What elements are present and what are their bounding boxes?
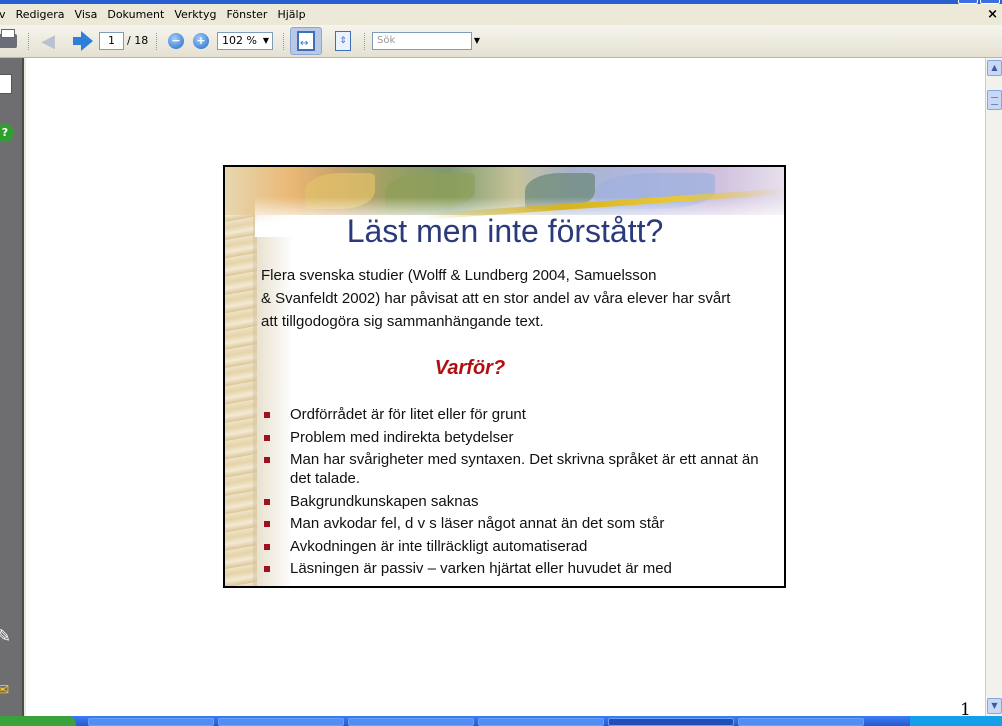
toolbar-separator (283, 33, 286, 50)
bullet-item: Problem med indirekta betydelser (261, 428, 771, 447)
chevron-down-icon[interactable]: ▼ (472, 32, 482, 50)
taskbar-button[interactable] (348, 718, 474, 726)
menu-help[interactable]: Hjälp (272, 4, 310, 25)
taskbar-button[interactable] (478, 718, 604, 726)
menu-file[interactable]: iv (0, 4, 11, 25)
bullet-item: Bakgrundkunskapen saknas (261, 492, 771, 511)
bullet-square-icon (264, 521, 270, 527)
menu-bar: iv Redigera Visa Dokument Verktyg Fönste… (0, 4, 1002, 25)
scroll-thumb[interactable] (987, 90, 1002, 110)
toolbar-separator (156, 33, 159, 50)
zoom-out-button[interactable]: − (166, 29, 186, 53)
chevron-down-icon[interactable]: ▼ (260, 33, 272, 49)
printer-icon[interactable] (0, 29, 20, 53)
fit-width-icon (297, 31, 315, 51)
menu-edit[interactable]: Redigera (11, 4, 70, 25)
close-document-button[interactable]: × (987, 7, 998, 22)
scroll-down-button[interactable]: ▼ (987, 698, 1002, 714)
zoom-level-value: 102 % (222, 34, 257, 47)
intro-line: att tillgodogöra sig sammanhängande text… (261, 313, 544, 330)
vertical-scrollbar[interactable]: ▲ ▼ (985, 58, 1002, 716)
bullet-text: Läsningen är passiv – varken hjärtat ell… (290, 560, 672, 577)
zoom-out-icon: − (168, 33, 184, 49)
bullet-text: Man avkodar fel, d v s läser något annat… (290, 515, 665, 532)
bullet-item: Ordförrådet är för litet eller för grunt (261, 405, 771, 424)
paperclip-icon[interactable]: ✎ (0, 626, 12, 647)
start-button[interactable] (0, 716, 76, 726)
slide-page: Läst men inte förstått? Flera svenska st… (223, 165, 786, 588)
zoom-in-icon: + (193, 33, 209, 49)
bullet-square-icon (264, 543, 270, 550)
bullet-list: Ordförrådet är för litet eller för grunt… (261, 405, 771, 582)
system-tray (910, 716, 1002, 726)
page-total-label: / 18 (127, 34, 149, 47)
scroll-up-button[interactable]: ▲ (987, 60, 1002, 76)
zoom-level-select[interactable]: 102 % ▼ (217, 32, 273, 50)
bullet-item: Man har svårigheter med syntaxen. Det sk… (261, 450, 771, 488)
help-icon[interactable]: ? (0, 124, 14, 142)
taskbar-button[interactable] (218, 718, 344, 726)
toolbar-separator (364, 33, 367, 50)
zoom-in-button[interactable]: + (191, 29, 211, 53)
fit-page-icon: ⇕ (335, 31, 351, 51)
taskbar-button[interactable] (88, 718, 214, 726)
slide-intro-text: Flera svenska studier (Wolff & Lundberg … (261, 264, 771, 333)
bullet-square-icon (264, 457, 270, 463)
bullet-square-icon (264, 412, 270, 418)
taskbar-button[interactable] (738, 718, 864, 726)
bullet-item: Läsningen är passiv – varken hjärtat ell… (261, 559, 771, 578)
taskbar (0, 716, 1002, 726)
menu-window[interactable]: Fönster (221, 4, 272, 25)
toolbar-separator (28, 33, 31, 50)
fit-width-button[interactable] (290, 27, 322, 55)
arrow-right-icon[interactable] (68, 29, 94, 53)
menu-document[interactable]: Dokument (102, 4, 169, 25)
search-input[interactable]: Sök (372, 32, 472, 50)
comments-icon[interactable]: ✉ (0, 680, 12, 699)
bullet-text: Avkodningen är inte tillräckligt automat… (290, 537, 588, 555)
page-number-input[interactable]: 1 (99, 32, 124, 50)
bullet-item: Man avkodar fel, d v s läser något annat… (261, 514, 771, 533)
navigation-panel: ? ✎ ✉ (0, 58, 24, 716)
intro-line: Flera svenska studier (Wolff & Lundberg … (261, 267, 657, 284)
bullet-item: Avkodningen är inte tillräckligt automat… (261, 537, 771, 556)
menu-tools[interactable]: Verktyg (169, 4, 221, 25)
slide-subheading: Varför? (434, 357, 506, 379)
intro-line: & Svanfeldt 2002) har påvisat att en sto… (261, 290, 731, 307)
bullet-square-icon (264, 434, 270, 441)
slide-title: Läst men inte förstått? (346, 213, 664, 249)
bullet-text: Bakgrundkunskapen saknas (290, 492, 479, 510)
arrow-left-icon[interactable]: ◀ (38, 29, 58, 53)
bullet-text: Ordförrådet är för litet eller för grunt (290, 406, 526, 423)
bullet-square-icon (264, 566, 270, 572)
pages-panel-icon[interactable] (0, 74, 12, 94)
menu-view[interactable]: Visa (70, 4, 103, 25)
toolbar: ◀ 1 / 18 − + 102 % ▼ ⇕ Sök ▼ (0, 25, 1002, 58)
bullet-text: Problem med indirekta betydelser (290, 428, 514, 446)
taskbar-button-active[interactable] (608, 718, 734, 726)
bullet-square-icon (264, 498, 270, 505)
bullet-text: Man har svårigheter med syntaxen. Det sk… (290, 451, 759, 487)
pdf-reader-window: iv Redigera Visa Dokument Verktyg Fönste… (0, 0, 1002, 726)
fit-page-button[interactable]: ⇕ (332, 29, 354, 53)
